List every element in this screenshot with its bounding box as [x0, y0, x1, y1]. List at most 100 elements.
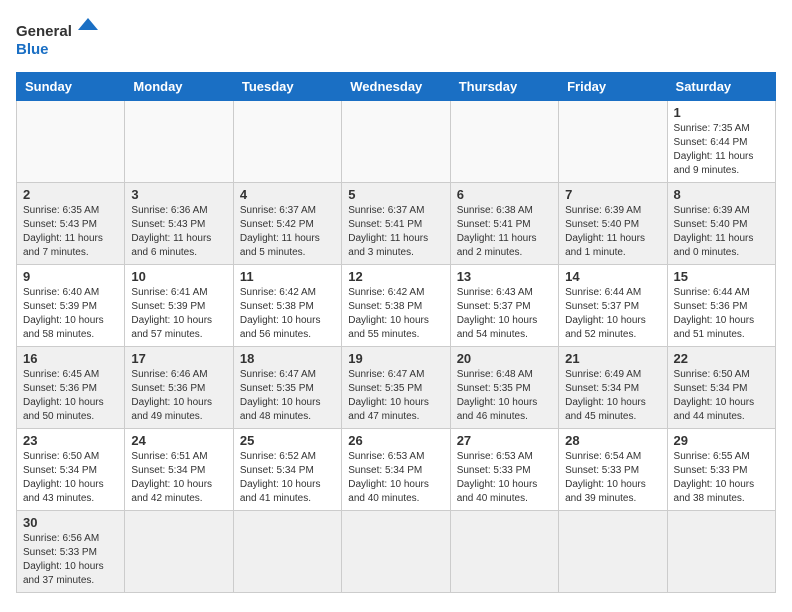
- calendar-table: SundayMondayTuesdayWednesdayThursdayFrid…: [16, 72, 776, 593]
- day-number: 27: [457, 433, 552, 448]
- calendar-cell: 1 Sunrise: 7:35 AM Sunset: 6:44 PM Daylig…: [667, 101, 775, 183]
- day-number: 7: [565, 187, 660, 202]
- calendar-cell: 5 Sunrise: 6:37 AM Sunset: 5:41 PM Daylig…: [342, 183, 450, 265]
- day-number: 15: [674, 269, 769, 284]
- day-number: 11: [240, 269, 335, 284]
- calendar-cell: 21 Sunrise: 6:49 AM Sunset: 5:34 PM Dayli…: [559, 347, 667, 429]
- calendar-cell: 13Sunrise: 6:43 AM Sunset: 5:37 PM Dayli…: [450, 265, 558, 347]
- day-number: 26: [348, 433, 443, 448]
- calendar-cell: 15Sunrise: 6:44 AM Sunset: 5:36 PM Dayli…: [667, 265, 775, 347]
- weekday-header-tuesday: Tuesday: [233, 73, 341, 101]
- svg-text:Blue: Blue: [16, 41, 49, 58]
- day-number: 22: [674, 351, 769, 366]
- day-number: 18: [240, 351, 335, 366]
- day-number: 4: [240, 187, 335, 202]
- day-number: 12: [348, 269, 443, 284]
- logo-svg: General Blue: [16, 16, 106, 60]
- calendar-cell: 16 Sunrise: 6:45 AM Sunset: 5:36 PM Dayli…: [17, 347, 125, 429]
- calendar-cell: 4 Sunrise: 6:37 AM Sunset: 5:42 PM Daylig…: [233, 183, 341, 265]
- day-number: 10: [131, 269, 226, 284]
- day-number: 25: [240, 433, 335, 448]
- calendar-cell: [125, 511, 233, 593]
- day-info: Sunrise: 6:39 AM Sunset: 5:40 PM Dayligh…: [565, 204, 660, 260]
- day-info: Sunrise: 6:47 AM Sunset: 5:35 PM Dayligh…: [348, 368, 443, 424]
- day-number: 23: [23, 433, 118, 448]
- calendar-cell: 6Sunrise: 6:38 AM Sunset: 5:41 PM Daylig…: [450, 183, 558, 265]
- calendar-cell: 25 Sunrise: 6:52 AM Sunset: 5:34 PM Dayli…: [233, 429, 341, 511]
- calendar-cell: [342, 511, 450, 593]
- day-number: 30: [23, 515, 118, 530]
- weekday-header-monday: Monday: [125, 73, 233, 101]
- calendar-cell: [559, 511, 667, 593]
- day-info: Sunrise: 6:36 AM Sunset: 5:43 PM Dayligh…: [131, 204, 226, 260]
- day-number: 16: [23, 351, 118, 366]
- calendar-cell: [17, 101, 125, 183]
- day-info: Sunrise: 6:47 AM Sunset: 5:35 PM Dayligh…: [240, 368, 335, 424]
- weekday-header-friday: Friday: [559, 73, 667, 101]
- page-header: General Blue: [16, 16, 776, 60]
- calendar-cell: 23 Sunrise: 6:50 AM Sunset: 5:34 PM Dayli…: [17, 429, 125, 511]
- day-info: Sunrise: 6:52 AM Sunset: 5:34 PM Dayligh…: [240, 450, 335, 506]
- day-number: 1: [674, 105, 769, 120]
- day-number: 9: [23, 269, 118, 284]
- calendar-cell: 24Sunrise: 6:51 AM Sunset: 5:34 PM Dayli…: [125, 429, 233, 511]
- calendar-cell: 29 Sunrise: 6:55 AM Sunset: 5:33 PM Dayli…: [667, 429, 775, 511]
- calendar-cell: [450, 101, 558, 183]
- calendar-cell: 11 Sunrise: 6:42 AM Sunset: 5:38 PM Dayli…: [233, 265, 341, 347]
- calendar-cell: [450, 511, 558, 593]
- calendar-cell: 3Sunrise: 6:36 AM Sunset: 5:43 PM Daylig…: [125, 183, 233, 265]
- day-info: Sunrise: 6:45 AM Sunset: 5:36 PM Dayligh…: [23, 368, 118, 424]
- day-info: Sunrise: 6:41 AM Sunset: 5:39 PM Dayligh…: [131, 286, 226, 342]
- day-number: 5: [348, 187, 443, 202]
- calendar-cell: 28 Sunrise: 6:54 AM Sunset: 5:33 PM Dayli…: [559, 429, 667, 511]
- day-info: Sunrise: 6:42 AM Sunset: 5:38 PM Dayligh…: [348, 286, 443, 342]
- calendar-cell: [233, 511, 341, 593]
- day-number: 24: [131, 433, 226, 448]
- day-number: 21: [565, 351, 660, 366]
- day-number: 8: [674, 187, 769, 202]
- day-info: Sunrise: 6:37 AM Sunset: 5:42 PM Dayligh…: [240, 204, 335, 260]
- day-number: 14: [565, 269, 660, 284]
- calendar-week-3: 9 Sunrise: 6:40 AM Sunset: 5:39 PM Daylig…: [17, 265, 776, 347]
- day-info: Sunrise: 6:49 AM Sunset: 5:34 PM Dayligh…: [565, 368, 660, 424]
- day-info: Sunrise: 6:40 AM Sunset: 5:39 PM Dayligh…: [23, 286, 118, 342]
- day-info: Sunrise: 6:50 AM Sunset: 5:34 PM Dayligh…: [23, 450, 118, 506]
- day-info: Sunrise: 6:46 AM Sunset: 5:36 PM Dayligh…: [131, 368, 226, 424]
- day-info: Sunrise: 7:35 AM Sunset: 6:44 PM Dayligh…: [674, 122, 769, 178]
- calendar-cell: 26Sunrise: 6:53 AM Sunset: 5:34 PM Dayli…: [342, 429, 450, 511]
- day-number: 29: [674, 433, 769, 448]
- calendar-week-2: 2Sunrise: 6:35 AM Sunset: 5:43 PM Daylig…: [17, 183, 776, 265]
- day-info: Sunrise: 6:38 AM Sunset: 5:41 PM Dayligh…: [457, 204, 552, 260]
- weekday-header-sunday: Sunday: [17, 73, 125, 101]
- calendar-week-5: 23 Sunrise: 6:50 AM Sunset: 5:34 PM Dayli…: [17, 429, 776, 511]
- calendar-cell: [667, 511, 775, 593]
- weekday-header-saturday: Saturday: [667, 73, 775, 101]
- calendar-cell: 2Sunrise: 6:35 AM Sunset: 5:43 PM Daylig…: [17, 183, 125, 265]
- calendar-cell: 19 Sunrise: 6:47 AM Sunset: 5:35 PM Dayli…: [342, 347, 450, 429]
- day-number: 28: [565, 433, 660, 448]
- calendar-cell: 7 Sunrise: 6:39 AM Sunset: 5:40 PM Daylig…: [559, 183, 667, 265]
- calendar-cell: 30Sunrise: 6:56 AM Sunset: 5:33 PM Dayli…: [17, 511, 125, 593]
- calendar-cell: 20Sunrise: 6:48 AM Sunset: 5:35 PM Dayli…: [450, 347, 558, 429]
- calendar-cell: [559, 101, 667, 183]
- calendar-cell: 22 Sunrise: 6:50 AM Sunset: 5:34 PM Dayli…: [667, 347, 775, 429]
- day-number: 13: [457, 269, 552, 284]
- day-info: Sunrise: 6:37 AM Sunset: 5:41 PM Dayligh…: [348, 204, 443, 260]
- day-info: Sunrise: 6:55 AM Sunset: 5:33 PM Dayligh…: [674, 450, 769, 506]
- calendar-week-6: 30Sunrise: 6:56 AM Sunset: 5:33 PM Dayli…: [17, 511, 776, 593]
- logo: General Blue: [16, 16, 106, 60]
- weekday-header-thursday: Thursday: [450, 73, 558, 101]
- day-info: Sunrise: 6:44 AM Sunset: 5:37 PM Dayligh…: [565, 286, 660, 342]
- day-info: Sunrise: 6:42 AM Sunset: 5:38 PM Dayligh…: [240, 286, 335, 342]
- day-info: Sunrise: 6:48 AM Sunset: 5:35 PM Dayligh…: [457, 368, 552, 424]
- calendar-week-4: 16 Sunrise: 6:45 AM Sunset: 5:36 PM Dayli…: [17, 347, 776, 429]
- calendar-cell: 27Sunrise: 6:53 AM Sunset: 5:33 PM Dayli…: [450, 429, 558, 511]
- day-number: 17: [131, 351, 226, 366]
- weekday-header-row: SundayMondayTuesdayWednesdayThursdayFrid…: [17, 73, 776, 101]
- calendar-cell: 17 Sunrise: 6:46 AM Sunset: 5:36 PM Dayli…: [125, 347, 233, 429]
- svg-text:General: General: [16, 23, 72, 40]
- day-number: 19: [348, 351, 443, 366]
- calendar-cell: 18 Sunrise: 6:47 AM Sunset: 5:35 PM Dayli…: [233, 347, 341, 429]
- day-info: Sunrise: 6:54 AM Sunset: 5:33 PM Dayligh…: [565, 450, 660, 506]
- day-info: Sunrise: 6:50 AM Sunset: 5:34 PM Dayligh…: [674, 368, 769, 424]
